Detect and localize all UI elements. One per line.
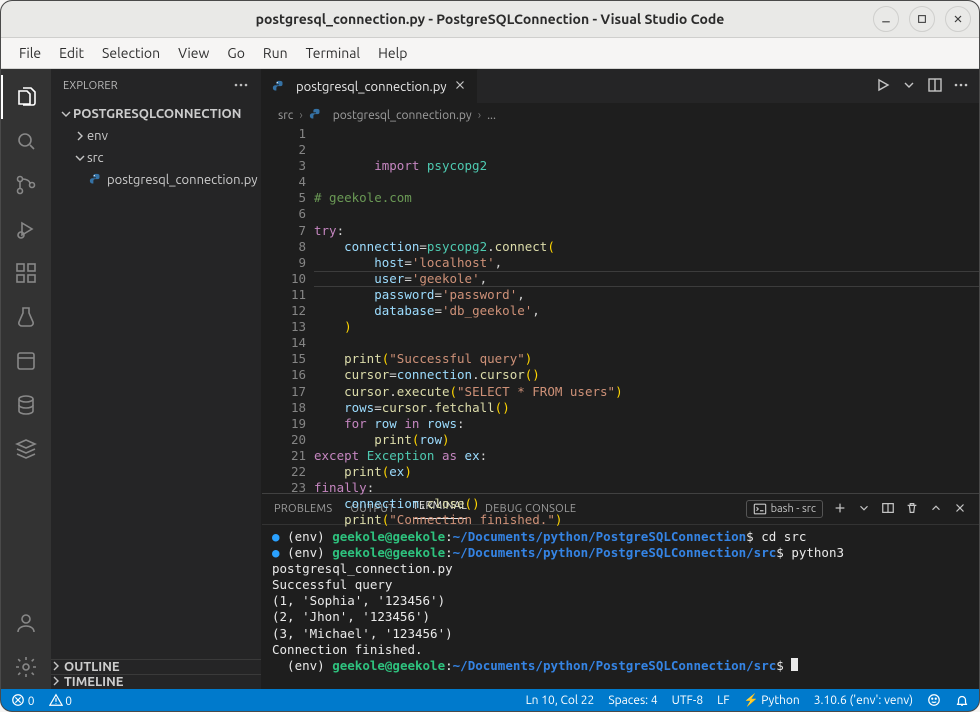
breadcrumbs[interactable]: src › postgresql_connection.py › ... [262,104,979,126]
status-warning-count: 0 [65,695,72,708]
activity-extensions-icon[interactable] [1,251,51,295]
folder-root[interactable]: POSTGRESQLCONNECTION [51,103,261,125]
menu-terminal[interactable]: Terminal [298,41,369,65]
split-terminal-icon[interactable] [881,501,895,518]
editor-tabbar: postgresql_connection.py [262,69,979,104]
folder-src-label: src [87,151,104,165]
terminal-dropdown-icon[interactable] [857,501,871,518]
status-bell-icon[interactable] [955,693,969,708]
python-file-icon [89,173,103,187]
status-language-label: Python [761,694,800,707]
current-line-highlight [314,271,979,287]
new-terminal-icon[interactable] [833,501,847,518]
close-panel-icon[interactable] [953,501,967,518]
tab-close-icon[interactable] [453,78,467,95]
status-eol[interactable]: LF [717,694,729,707]
menu-selection[interactable]: Selection [94,41,168,65]
explorer-more-icon[interactable] [233,77,249,96]
folder-root-label: POSTGRESQLCONNECTION [73,107,241,121]
status-interpreter[interactable]: 3.10.6 ('env': venv) [814,694,913,707]
maximize-button[interactable] [909,6,935,32]
line-number-gutter: 1 2 3 4 5 6 7 8 9 10 11 12 13 14 15 16 1… [262,126,314,493]
explorer-title: EXPLORER [63,80,118,92]
activity-database-icon[interactable] [1,383,51,427]
run-dropdown-icon[interactable] [901,77,917,96]
minimize-button[interactable] [873,6,899,32]
activity-scm-icon[interactable] [1,163,51,207]
chevron-right-icon [51,675,61,689]
titlebar: postgresql_connection.py - PostgreSQLCon… [1,1,979,38]
folder-src[interactable]: src [51,147,261,169]
explorer-header: EXPLORER [51,69,261,103]
timeline-label: TIMELINE [64,675,124,689]
run-file-icon[interactable] [875,77,891,96]
terminal-icon [753,502,767,516]
folder-env-label: env [87,129,108,143]
explorer-tree: POSTGRESQLCONNECTION env src postgresql_… [51,103,261,659]
status-errors[interactable]: 0 [11,693,35,708]
terminal-output[interactable]: ● (env) geekole@geekole:~/Documents/pyth… [262,525,979,689]
menu-edit[interactable]: Edit [51,41,92,65]
code-content[interactable]: import psycopg2 # geekole.com try: conne… [314,126,979,493]
status-error-count: 0 [28,695,35,708]
menu-go[interactable]: Go [219,41,252,65]
maximize-panel-icon[interactable] [929,501,943,518]
chevron-right-icon [73,131,87,141]
activity-debug-icon[interactable] [1,207,51,251]
chevron-right-icon [51,660,61,674]
status-warnings[interactable]: 0 [49,693,73,708]
breadcrumb-part[interactable]: postgresql_connection.py [333,109,472,122]
chevron-down-icon [73,153,87,163]
folder-env[interactable]: env [51,125,261,147]
activity-explorer-icon[interactable] [1,75,51,119]
menubar: File Edit Selection View Go Run Terminal… [1,38,979,69]
chevron-right-icon: › [478,109,481,122]
activity-stack-icon[interactable] [1,427,51,471]
menu-view[interactable]: View [170,41,217,65]
python-file-icon [309,108,323,122]
file-postgresql-connection-label: postgresql_connection.py [107,173,258,187]
activity-search-icon[interactable] [1,119,51,163]
activity-settings-icon[interactable] [1,645,51,689]
breadcrumb-part[interactable]: ... [487,109,496,122]
menu-file[interactable]: File [11,41,49,65]
terminal-shell-selector[interactable]: bash - src [746,500,823,518]
chevron-down-icon [59,109,73,119]
breadcrumb-part[interactable]: src [278,109,293,122]
code-editor[interactable]: 1 2 3 4 5 6 7 8 9 10 11 12 13 14 15 16 1… [262,126,979,493]
status-spaces[interactable]: Spaces: 4 [608,694,657,707]
activity-project-icon[interactable] [1,339,51,383]
file-postgresql-connection[interactable]: postgresql_connection.py [51,169,261,191]
status-lncol[interactable]: Ln 10, Col 22 [526,694,595,707]
outline-section[interactable]: OUTLINE [51,659,261,674]
activity-bar [1,69,51,689]
menu-help[interactable]: Help [370,41,415,65]
tab-label: postgresql_connection.py [296,80,447,94]
python-file-icon [272,80,286,94]
status-language[interactable]: ⚡ Python [744,693,800,707]
status-bar: 0 0 Ln 10, Col 22 Spaces: 4 UTF-8 LF ⚡ P… [1,689,979,711]
status-feedback-icon[interactable] [927,693,941,708]
tab-postgresql-connection[interactable]: postgresql_connection.py [262,69,478,103]
timeline-section[interactable]: TIMELINE [51,674,261,689]
chevron-right-icon: › [299,109,302,122]
split-editor-icon[interactable] [927,77,943,96]
menu-run[interactable]: Run [255,41,296,65]
activity-testing-icon[interactable] [1,295,51,339]
explorer-sidebar: EXPLORER POSTGRESQLCONNECTION env src [51,69,262,689]
close-button[interactable] [945,6,971,32]
activity-account-icon[interactable] [1,601,51,645]
window-title: postgresql_connection.py - PostgreSQLCon… [256,11,725,27]
status-encoding[interactable]: UTF-8 [672,694,703,707]
terminal-shell-label: bash - src [771,503,816,515]
editor-more-icon[interactable] [953,77,969,96]
outline-label: OUTLINE [64,660,120,674]
kill-terminal-icon[interactable] [905,501,919,518]
